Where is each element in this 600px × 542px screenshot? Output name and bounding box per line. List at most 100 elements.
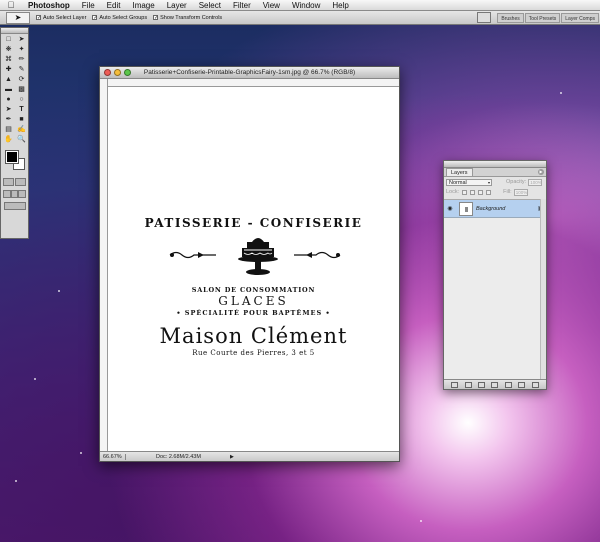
slice-tool-icon[interactable]: ✏ xyxy=(15,55,28,65)
blend-mode-select[interactable]: Normal ▾ xyxy=(446,178,492,186)
artwork-line-4: • SPÉCIALITÉ POUR BAPTÊMES • xyxy=(176,309,331,317)
checkbox[interactable]: ✓ xyxy=(36,15,41,21)
standard-screen-mode-icon[interactable] xyxy=(3,190,11,198)
magic-wand-tool-icon[interactable]: ✦ xyxy=(15,45,28,55)
mask-modes xyxy=(1,176,28,188)
healing-brush-tool-icon[interactable]: ✚ xyxy=(2,65,15,75)
menu-app[interactable]: Photoshop xyxy=(22,0,76,11)
fill-field[interactable]: 100% xyxy=(513,188,528,196)
hand-tool-icon[interactable]: ✋ xyxy=(2,135,15,145)
menu-help[interactable]: Help xyxy=(326,0,354,11)
lasso-tool-icon[interactable]: ❋ xyxy=(2,45,15,55)
checkbox[interactable]: ✓ xyxy=(153,15,158,21)
checkbox[interactable]: ✓ xyxy=(92,15,98,21)
show-transform-controls-option[interactable]: ✓ Show Transform Controls xyxy=(153,15,222,21)
layers-scrollbar[interactable] xyxy=(540,199,546,379)
menu-select[interactable]: Select xyxy=(193,0,227,11)
auto-select-groups-label: Auto Select Groups xyxy=(99,14,148,21)
zoom-button[interactable] xyxy=(124,69,131,76)
vertical-ruler[interactable] xyxy=(100,79,108,451)
zoom-level-field[interactable]: 66.67% xyxy=(100,453,126,460)
pen-tool-icon[interactable]: ✒ xyxy=(2,115,15,125)
tab-layers[interactable]: Layers xyxy=(446,168,473,176)
stamp-tool-icon[interactable]: ▲ xyxy=(2,75,15,85)
layers-panel-titlebar[interactable] xyxy=(444,161,546,168)
panel-menu-icon[interactable]: ▶ xyxy=(538,169,544,175)
full-screen-black-mode-icon[interactable] xyxy=(18,190,27,198)
lock-transparency-icon[interactable] xyxy=(462,189,468,195)
lock-image-icon[interactable] xyxy=(470,189,476,195)
menu-edit[interactable]: Edit xyxy=(101,0,127,11)
shape-tool-icon[interactable]: ■ xyxy=(15,115,28,125)
layers-panel-tabs: Layers ▶ xyxy=(444,168,546,177)
palette-well: Brushes Tool Presets Layer Comps xyxy=(477,12,600,23)
color-swatches xyxy=(3,150,26,172)
adjustment-layer-icon[interactable] xyxy=(491,381,499,388)
history-brush-tool-icon[interactable]: ⟳ xyxy=(15,75,28,85)
layer-style-icon[interactable] xyxy=(464,381,472,388)
notes-tool-icon[interactable]: ▤ xyxy=(2,125,15,135)
trash-icon[interactable] xyxy=(531,381,539,388)
document-canvas[interactable]: PATISSERIE - CONFISERIE SALON DE CONSOMM… xyxy=(108,87,399,451)
crop-tool-icon[interactable]: ⌘ xyxy=(2,55,15,65)
eyedropper-tool-icon[interactable]: ✍ xyxy=(15,125,28,135)
menu-image[interactable]: Image xyxy=(126,0,160,11)
star xyxy=(420,520,422,522)
screen-modes xyxy=(1,188,28,200)
link-layers-icon[interactable] xyxy=(451,381,459,388)
menu-file[interactable]: File xyxy=(76,0,101,11)
blend-mode-value: Normal xyxy=(449,179,467,186)
document-statusbar: 66.67% Doc: 2.68M/2.43M ▶ xyxy=(100,451,399,461)
marquee-tool-icon[interactable]: □ xyxy=(2,35,15,45)
lock-all-icon[interactable] xyxy=(486,189,492,195)
layer-mask-icon[interactable] xyxy=(478,381,486,388)
opacity-field[interactable]: 100% xyxy=(528,178,543,186)
fill-label: Fill: xyxy=(503,189,512,195)
jump-to-imageready-icon[interactable] xyxy=(3,202,26,210)
move-tool-icon[interactable]: ➤ xyxy=(15,35,28,45)
document-titlebar[interactable]: Patisserie+Confiserie-Printable-Graphics… xyxy=(100,67,399,79)
foreground-color-swatch[interactable] xyxy=(5,150,19,164)
eye-icon[interactable]: ◉ xyxy=(444,205,456,212)
star xyxy=(58,290,60,292)
layers-panel-footer xyxy=(444,379,546,389)
menu-layer[interactable]: Layer xyxy=(161,0,193,11)
star xyxy=(80,452,82,454)
lock-position-icon[interactable] xyxy=(478,189,484,195)
menu-filter[interactable]: Filter xyxy=(227,0,257,11)
layer-row[interactable]: ◉ Background ▣ xyxy=(444,200,546,218)
zoom-tool-icon[interactable]: 🔍 xyxy=(15,135,28,145)
layers-list: ◉ Background ▣ xyxy=(444,199,546,379)
go-to-bridge-icon[interactable] xyxy=(477,12,492,23)
eraser-tool-icon[interactable]: ▬ xyxy=(2,85,15,95)
horizontal-ruler[interactable] xyxy=(108,79,399,87)
auto-select-groups-option[interactable]: ✓ Auto Select Groups xyxy=(92,15,147,21)
full-screen-mode-icon[interactable] xyxy=(10,190,19,198)
close-button[interactable] xyxy=(104,69,111,76)
status-menu-arrow-icon[interactable]: ▶ xyxy=(230,454,234,460)
menubar:  Photoshop File Edit Image Layer Select… xyxy=(0,0,600,11)
well-tab-tool-presets[interactable]: Tool Presets xyxy=(524,12,561,23)
menu-view[interactable]: View xyxy=(257,0,286,11)
chevron-down-icon: ▾ xyxy=(487,179,490,185)
minimize-button[interactable] xyxy=(114,69,121,76)
new-layer-icon[interactable] xyxy=(518,381,526,388)
brush-tool-icon[interactable]: ✎ xyxy=(15,65,28,75)
auto-select-layer-option[interactable]: ✓ Auto Select Layer xyxy=(36,15,86,21)
gradient-tool-icon[interactable]: ▩ xyxy=(15,85,28,95)
lock-row: Lock: Fill: 100% xyxy=(444,187,546,197)
standard-mode-icon[interactable] xyxy=(3,178,15,186)
tool-preset-picker[interactable]: ➤ xyxy=(6,11,30,24)
blur-tool-icon[interactable]: ● xyxy=(2,95,15,105)
path-selection-tool-icon[interactable]: ➤ xyxy=(2,105,15,115)
dodge-tool-icon[interactable]: ○ xyxy=(15,95,28,105)
well-tab-brushes[interactable]: Brushes xyxy=(497,12,524,23)
artwork-line-2: SALON DE CONSOMMATION xyxy=(191,286,316,294)
layer-name: Background xyxy=(476,205,506,212)
well-tab-layer-comps[interactable]: Layer Comps xyxy=(561,12,599,23)
type-tool-icon[interactable]: T xyxy=(15,105,28,115)
apple-menu-icon[interactable]:  xyxy=(0,0,22,10)
new-group-icon[interactable] xyxy=(504,381,512,388)
menu-window[interactable]: Window xyxy=(286,0,326,11)
quick-mask-mode-icon[interactable] xyxy=(14,178,26,186)
